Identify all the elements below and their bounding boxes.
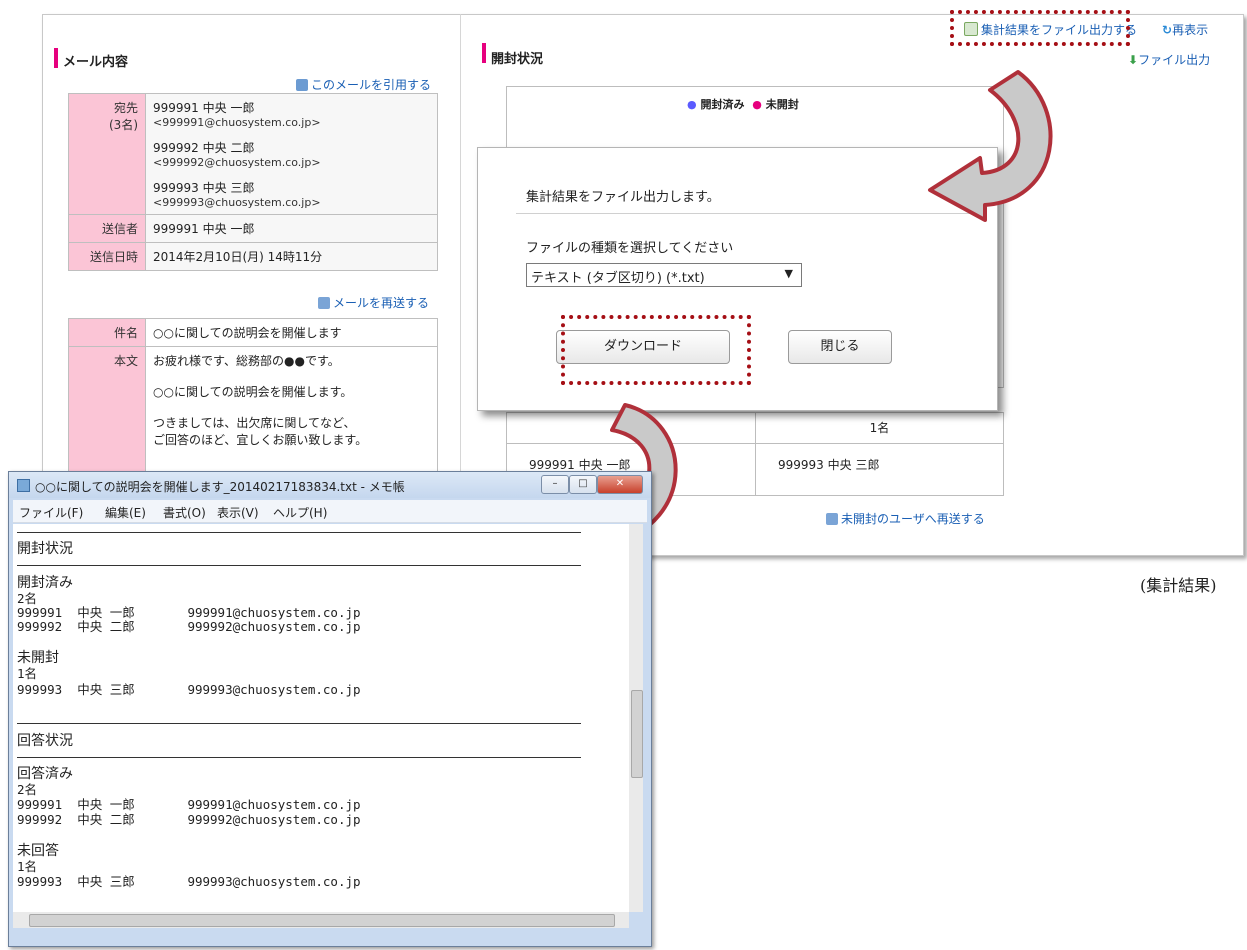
text-line: 未回答 — [17, 843, 59, 859]
menu-view[interactable]: 表示(V) — [217, 504, 259, 521]
menu-help[interactable]: ヘルプ(H) — [273, 504, 327, 521]
notepad-window: ○○に関しての説明会を開催します_20140217183834.txt - メモ… — [8, 471, 652, 947]
vertical-scrollbar[interactable] — [629, 524, 643, 912]
text-line: 999993 中央 三郎 999993@chuosystem.co.jp — [17, 874, 361, 889]
separator-line — [17, 757, 581, 758]
text-line: 999992 中央 二郎 999992@chuosystem.co.jp — [17, 812, 361, 827]
menu-format[interactable]: 書式(O) — [163, 504, 206, 521]
text-line: 開封済み — [17, 575, 73, 591]
horizontal-scrollbar[interactable] — [13, 912, 629, 928]
notepad-menubar: ファイル(F) 編集(E) 書式(O) 表示(V) ヘルプ(H) — [13, 500, 647, 523]
menu-edit[interactable]: 編集(E) — [105, 504, 146, 521]
text-line: 2名 — [17, 591, 38, 606]
text-line: 999993 中央 三郎 999993@chuosystem.co.jp — [17, 682, 361, 697]
minimize-button[interactable]: – — [541, 475, 569, 494]
notepad-text-area[interactable]: 開封状況 開封済み 2名 999991 中央 一郎 999991@chuosys… — [13, 524, 629, 912]
separator-line — [17, 723, 581, 724]
scroll-thumb[interactable] — [631, 690, 643, 778]
menu-file[interactable]: ファイル(F) — [19, 504, 83, 521]
scroll-thumb[interactable] — [29, 914, 615, 927]
notepad-title: ○○に関しての説明会を開催します_20140217183834.txt - メモ… — [35, 480, 405, 494]
caption: (集計結果) — [1140, 576, 1217, 595]
separator-line — [17, 532, 581, 533]
text-line: 999991 中央 一郎 999991@chuosystem.co.jp — [17, 605, 361, 620]
notepad-titlebar[interactable]: ○○に関しての説明会を開催します_20140217183834.txt - メモ… — [9, 472, 651, 498]
text-line: 未開封 — [17, 650, 59, 666]
separator-line — [17, 565, 581, 566]
text-line: 999991 中央 一郎 999991@chuosystem.co.jp — [17, 797, 361, 812]
notepad-icon — [17, 479, 30, 492]
text-heading: 回答状況 — [17, 733, 73, 749]
text-line: 2名 — [17, 782, 38, 797]
arrow-to-dialog — [928, 70, 1053, 222]
maximize-button[interactable]: □ — [569, 475, 597, 494]
text-line: 回答済み — [17, 766, 73, 782]
text-line: 999992 中央 二郎 999992@chuosystem.co.jp — [17, 619, 361, 634]
text-line: 1名 — [17, 666, 38, 681]
text-heading: 開封状況 — [17, 541, 73, 557]
text-line: 1名 — [17, 859, 38, 874]
close-window-button[interactable]: ✕ — [597, 475, 643, 494]
